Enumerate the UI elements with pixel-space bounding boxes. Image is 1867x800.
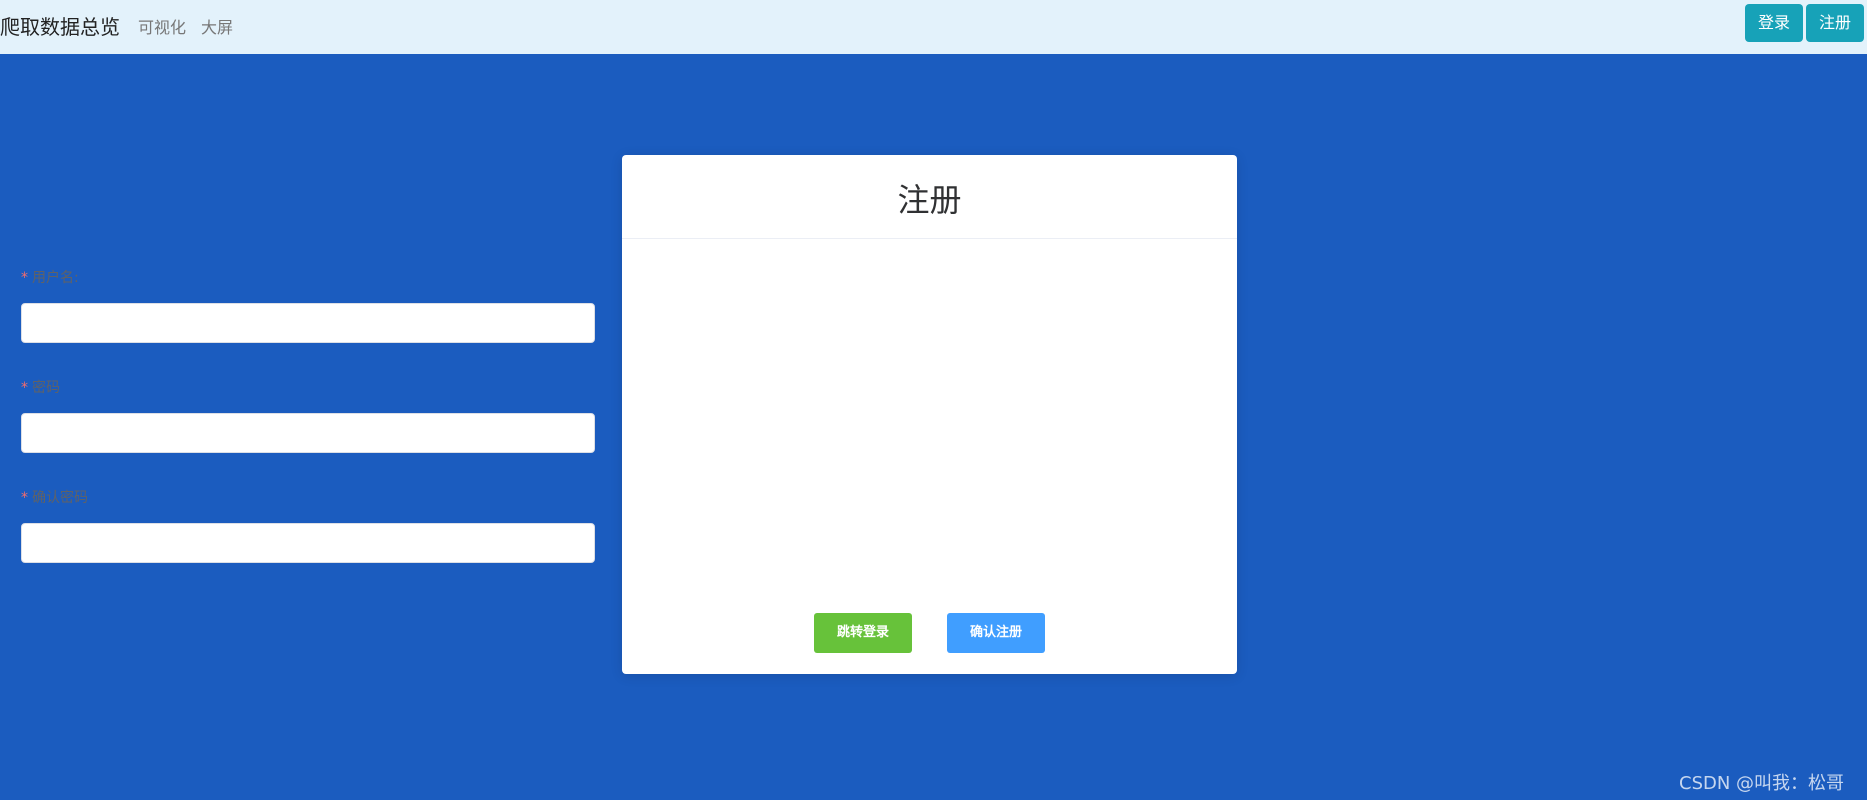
username-label: * 用户名:	[21, 268, 595, 288]
nav-link-visualization[interactable]: 可视化	[138, 14, 186, 38]
required-mark: *	[21, 490, 28, 506]
password-label-text: 密码	[32, 380, 60, 396]
username-form-item: * 用户名:	[21, 268, 595, 343]
password-input[interactable]	[21, 413, 595, 453]
confirm-password-label: * 确认密码	[21, 488, 595, 508]
confirm-password-form-item: * 确认密码	[21, 488, 595, 563]
username-input[interactable]	[21, 303, 595, 343]
username-label-text: 用户名:	[32, 270, 79, 286]
nav-link-big-screen[interactable]: 大屏	[201, 14, 233, 38]
goto-login-button[interactable]: 跳转登录	[814, 613, 912, 653]
register-button[interactable]: 注册	[1806, 4, 1864, 42]
top-navbar: 爬取数据总览 可视化 大屏 登录 注册	[0, 0, 1867, 54]
confirm-register-button[interactable]: 确认注册	[947, 613, 1045, 653]
required-mark: *	[21, 270, 28, 286]
page-title: 注册	[897, 181, 962, 219]
card-header: 注册	[622, 155, 1237, 239]
watermark-text: CSDN @叫我：松哥	[1679, 773, 1845, 794]
required-mark: *	[21, 380, 28, 396]
confirm-password-input[interactable]	[21, 523, 595, 563]
brand-title[interactable]: 爬取数据总览	[0, 11, 120, 40]
confirm-password-label-text: 确认密码	[32, 490, 88, 506]
password-form-item: * 密码	[21, 378, 595, 453]
register-card: 注册	[622, 155, 1237, 674]
password-label: * 密码	[21, 378, 595, 398]
login-button[interactable]: 登录	[1745, 4, 1803, 42]
